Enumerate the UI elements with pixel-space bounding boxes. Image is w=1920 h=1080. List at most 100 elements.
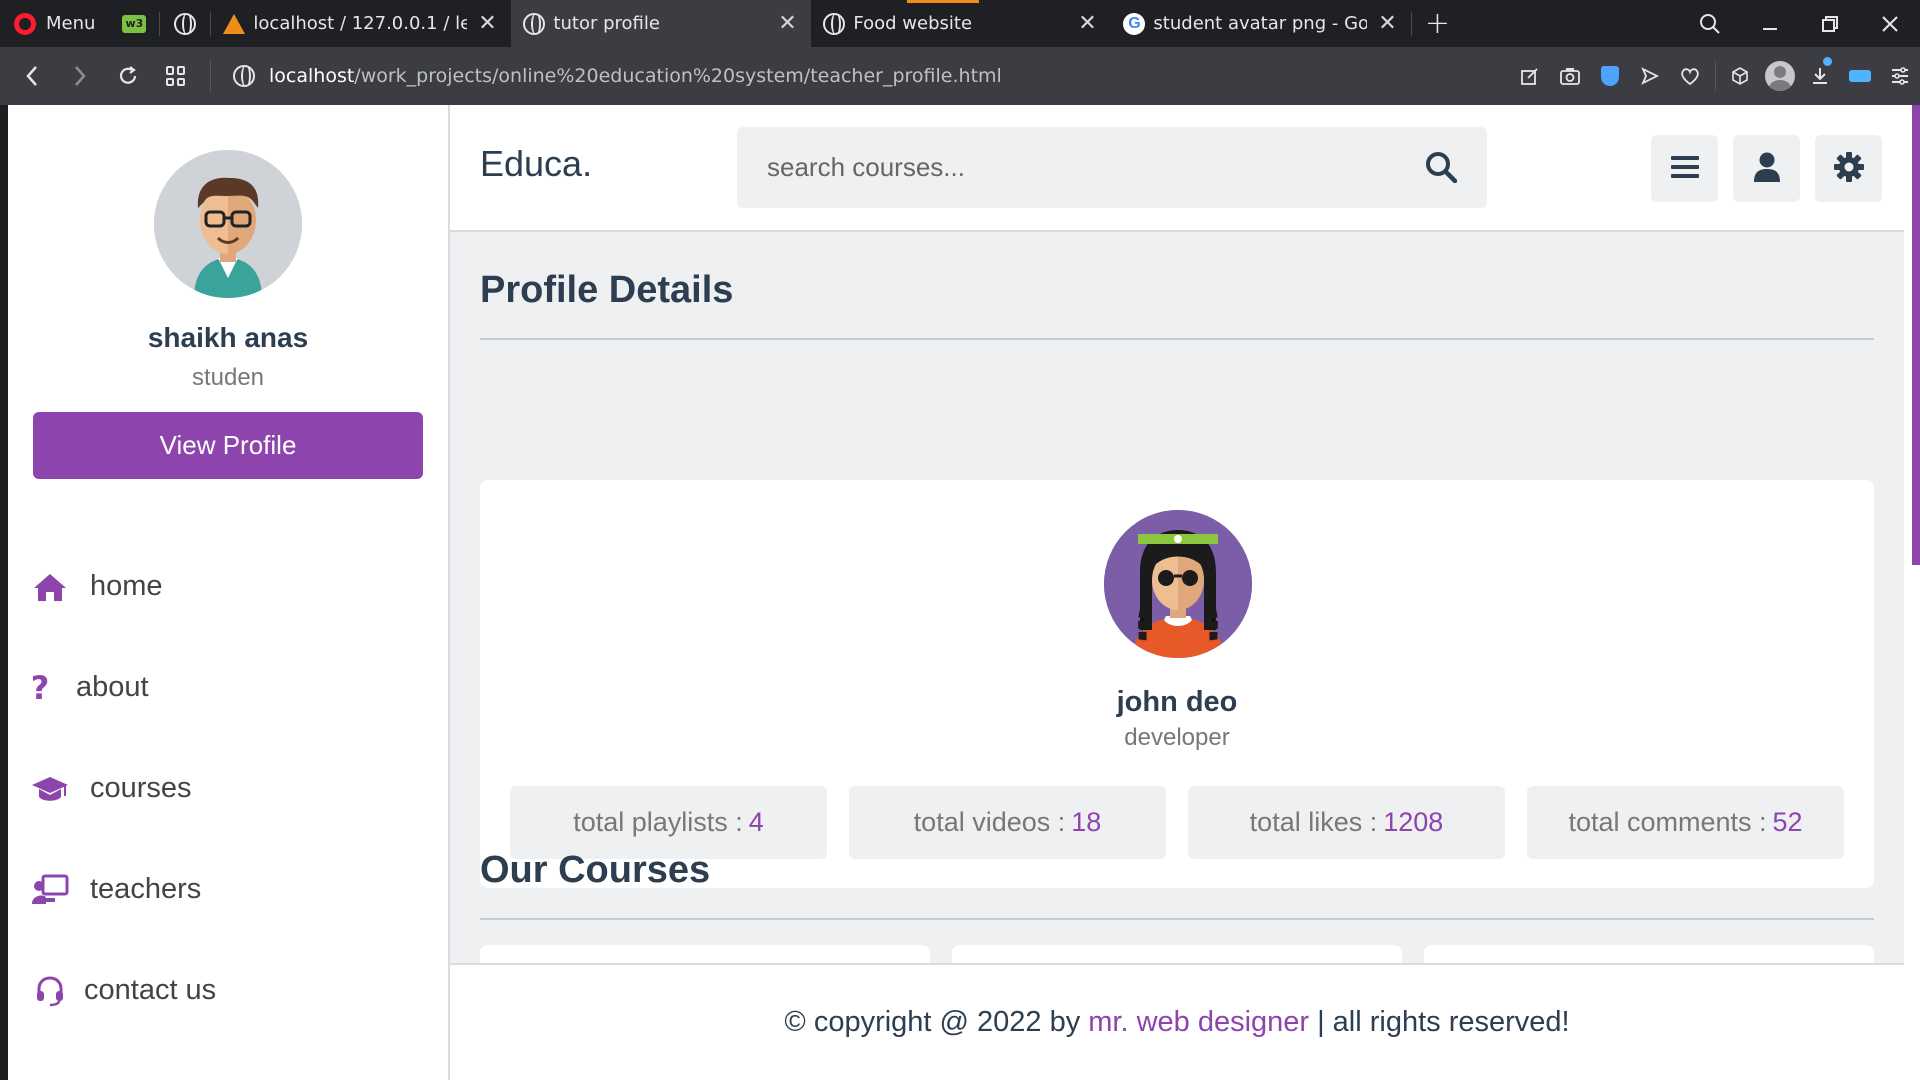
search-icon[interactable] (1425, 151, 1458, 184)
web-page: shaikh anas studen View Profile home ? a… (8, 105, 1904, 1080)
stat-value: 1208 (1383, 807, 1444, 837)
course-card[interactable] (952, 945, 1402, 965)
address-bar-tools (1510, 47, 1920, 105)
tab-title: Food website (853, 13, 973, 34)
site-footer: © copyright @ 2022 by mr. web designer |… (450, 963, 1904, 1080)
tutor-role: developer (1124, 724, 1230, 751)
tab-title: student avatar png - Google (1153, 13, 1368, 34)
hamburger-menu-icon (1670, 155, 1699, 183)
tutor-name: john deo (1116, 686, 1238, 718)
minimize-icon[interactable] (1740, 0, 1800, 47)
browser-address-bar: localhost/work_projects/online%20educati… (0, 47, 1920, 105)
edit-page-icon[interactable] (1510, 47, 1550, 105)
search-box (737, 127, 1487, 208)
tab-food-website[interactable]: Food website ✕ (811, 0, 1111, 47)
google-favicon-icon: G (1123, 12, 1146, 35)
settings-button[interactable] (1815, 135, 1882, 202)
reload-button[interactable] (104, 47, 152, 105)
sidebar: shaikh anas studen View Profile home ? a… (8, 105, 450, 1080)
sidebar-item-about[interactable]: ? about (8, 637, 448, 738)
tab-close-icon[interactable]: ✕ (1075, 11, 1099, 36)
footer-copyright: © copyright @ 2022 by (784, 1006, 1081, 1038)
window-controls (1680, 0, 1920, 47)
back-button[interactable] (8, 47, 56, 105)
browser-menu-button[interactable]: Menu (0, 0, 109, 47)
tutor-profile-card: john deo developer total playlists : 4 t… (480, 480, 1874, 888)
phpmyadmin-favicon-icon (223, 13, 246, 34)
sidebar-item-label: courses (90, 772, 192, 804)
sidebar-item-label: home (90, 570, 163, 602)
search-input[interactable] (737, 127, 1417, 208)
tab-close-icon[interactable]: ✕ (475, 11, 499, 36)
user-button[interactable] (1733, 135, 1800, 202)
sidebar-item-label: contact us (84, 974, 217, 1006)
url-field[interactable]: localhost/work_projects/online%20educati… (269, 65, 1002, 87)
extensions-cube-icon[interactable] (1720, 47, 1760, 105)
pinned-tab-globe[interactable] (160, 0, 210, 47)
stat-value: 18 (1071, 807, 1102, 837)
stat-label: total videos : (913, 807, 1066, 837)
course-card[interactable] (1424, 945, 1874, 965)
tab-close-icon[interactable]: ✕ (775, 11, 799, 36)
sidebar-item-label: teachers (90, 873, 202, 905)
stat-label: total comments : (1568, 807, 1767, 837)
site-header: Educa. (450, 105, 1904, 232)
profile-details-heading: Profile Details (480, 269, 1874, 340)
site-info-icon[interactable] (233, 65, 255, 87)
close-window-icon[interactable] (1860, 0, 1920, 47)
sidebar-item-home[interactable]: home (8, 536, 448, 637)
graduation-cap-icon (30, 774, 70, 804)
sidebar-nav: home ? about courses teachers contact us (8, 536, 448, 1041)
globe-icon (823, 12, 846, 35)
chalkboard-teacher-icon (30, 874, 70, 906)
restore-icon[interactable] (1800, 0, 1860, 47)
site-logo[interactable]: Educa. (480, 143, 592, 185)
question-icon: ? (30, 668, 50, 707)
our-courses-heading: Our Courses (480, 849, 1874, 920)
browser-tab-bar: Menu w3 localhost / 127.0.0.1 / lemo ✕ t… (0, 0, 1920, 47)
tab-google-search[interactable]: G student avatar png - Google ✕ (1111, 0, 1411, 47)
headset-icon (30, 975, 70, 1007)
sidebar-item-contact[interactable]: contact us (8, 940, 448, 1041)
gear-icon (1833, 151, 1865, 187)
page-scrollbar[interactable] (1912, 105, 1920, 565)
new-tab-button[interactable]: + (1412, 0, 1462, 47)
stat-label: total likes : (1249, 807, 1378, 837)
globe-icon (523, 12, 546, 35)
speed-dial-button[interactable] (152, 47, 200, 105)
battery-saver-icon[interactable] (1840, 47, 1880, 105)
browser-menu-label: Menu (46, 13, 96, 34)
easy-setup-icon[interactable] (1880, 47, 1920, 105)
heart-icon[interactable] (1670, 47, 1710, 105)
tutor-avatar (1104, 510, 1252, 658)
tab-phpmyadmin[interactable]: localhost / 127.0.0.1 / lemo ✕ (211, 0, 511, 47)
stat-value: 4 (748, 807, 764, 837)
student-role: studen (191, 364, 265, 391)
course-card[interactable] (480, 945, 930, 965)
grid-icon (166, 66, 186, 86)
browser-search-icon[interactable] (1680, 0, 1740, 47)
downloads-icon[interactable] (1800, 47, 1840, 105)
view-profile-button[interactable]: View Profile (33, 412, 423, 479)
forward-button[interactable] (56, 47, 104, 105)
user-icon (1753, 152, 1780, 186)
tab-tutor-profile[interactable]: tutor profile ✕ (511, 0, 812, 47)
profile-avatar-icon[interactable] (1760, 47, 1800, 105)
send-icon[interactable] (1630, 47, 1670, 105)
tab-title: localhost / 127.0.0.1 / lemo (253, 13, 468, 34)
opera-logo-icon (14, 12, 36, 35)
footer-author-link[interactable]: mr. web designer (1088, 1006, 1309, 1039)
ad-blocker-shield-icon[interactable] (1590, 47, 1630, 105)
sidebar-item-courses[interactable]: courses (8, 738, 448, 839)
footer-rights: | all rights reserved! (1317, 1006, 1570, 1038)
student-name: shaikh anas (147, 322, 309, 353)
student-avatar (154, 150, 302, 298)
sidebar-item-teachers[interactable]: teachers (8, 839, 448, 940)
pinned-tab-extension[interactable]: w3 (109, 0, 159, 47)
stat-label: total playlists : (573, 807, 743, 837)
tab-close-icon[interactable]: ✕ (1375, 11, 1399, 36)
snapshot-camera-icon[interactable] (1550, 47, 1590, 105)
menu-button[interactable] (1651, 135, 1718, 202)
stat-value: 52 (1772, 807, 1803, 837)
globe-icon (174, 12, 197, 35)
